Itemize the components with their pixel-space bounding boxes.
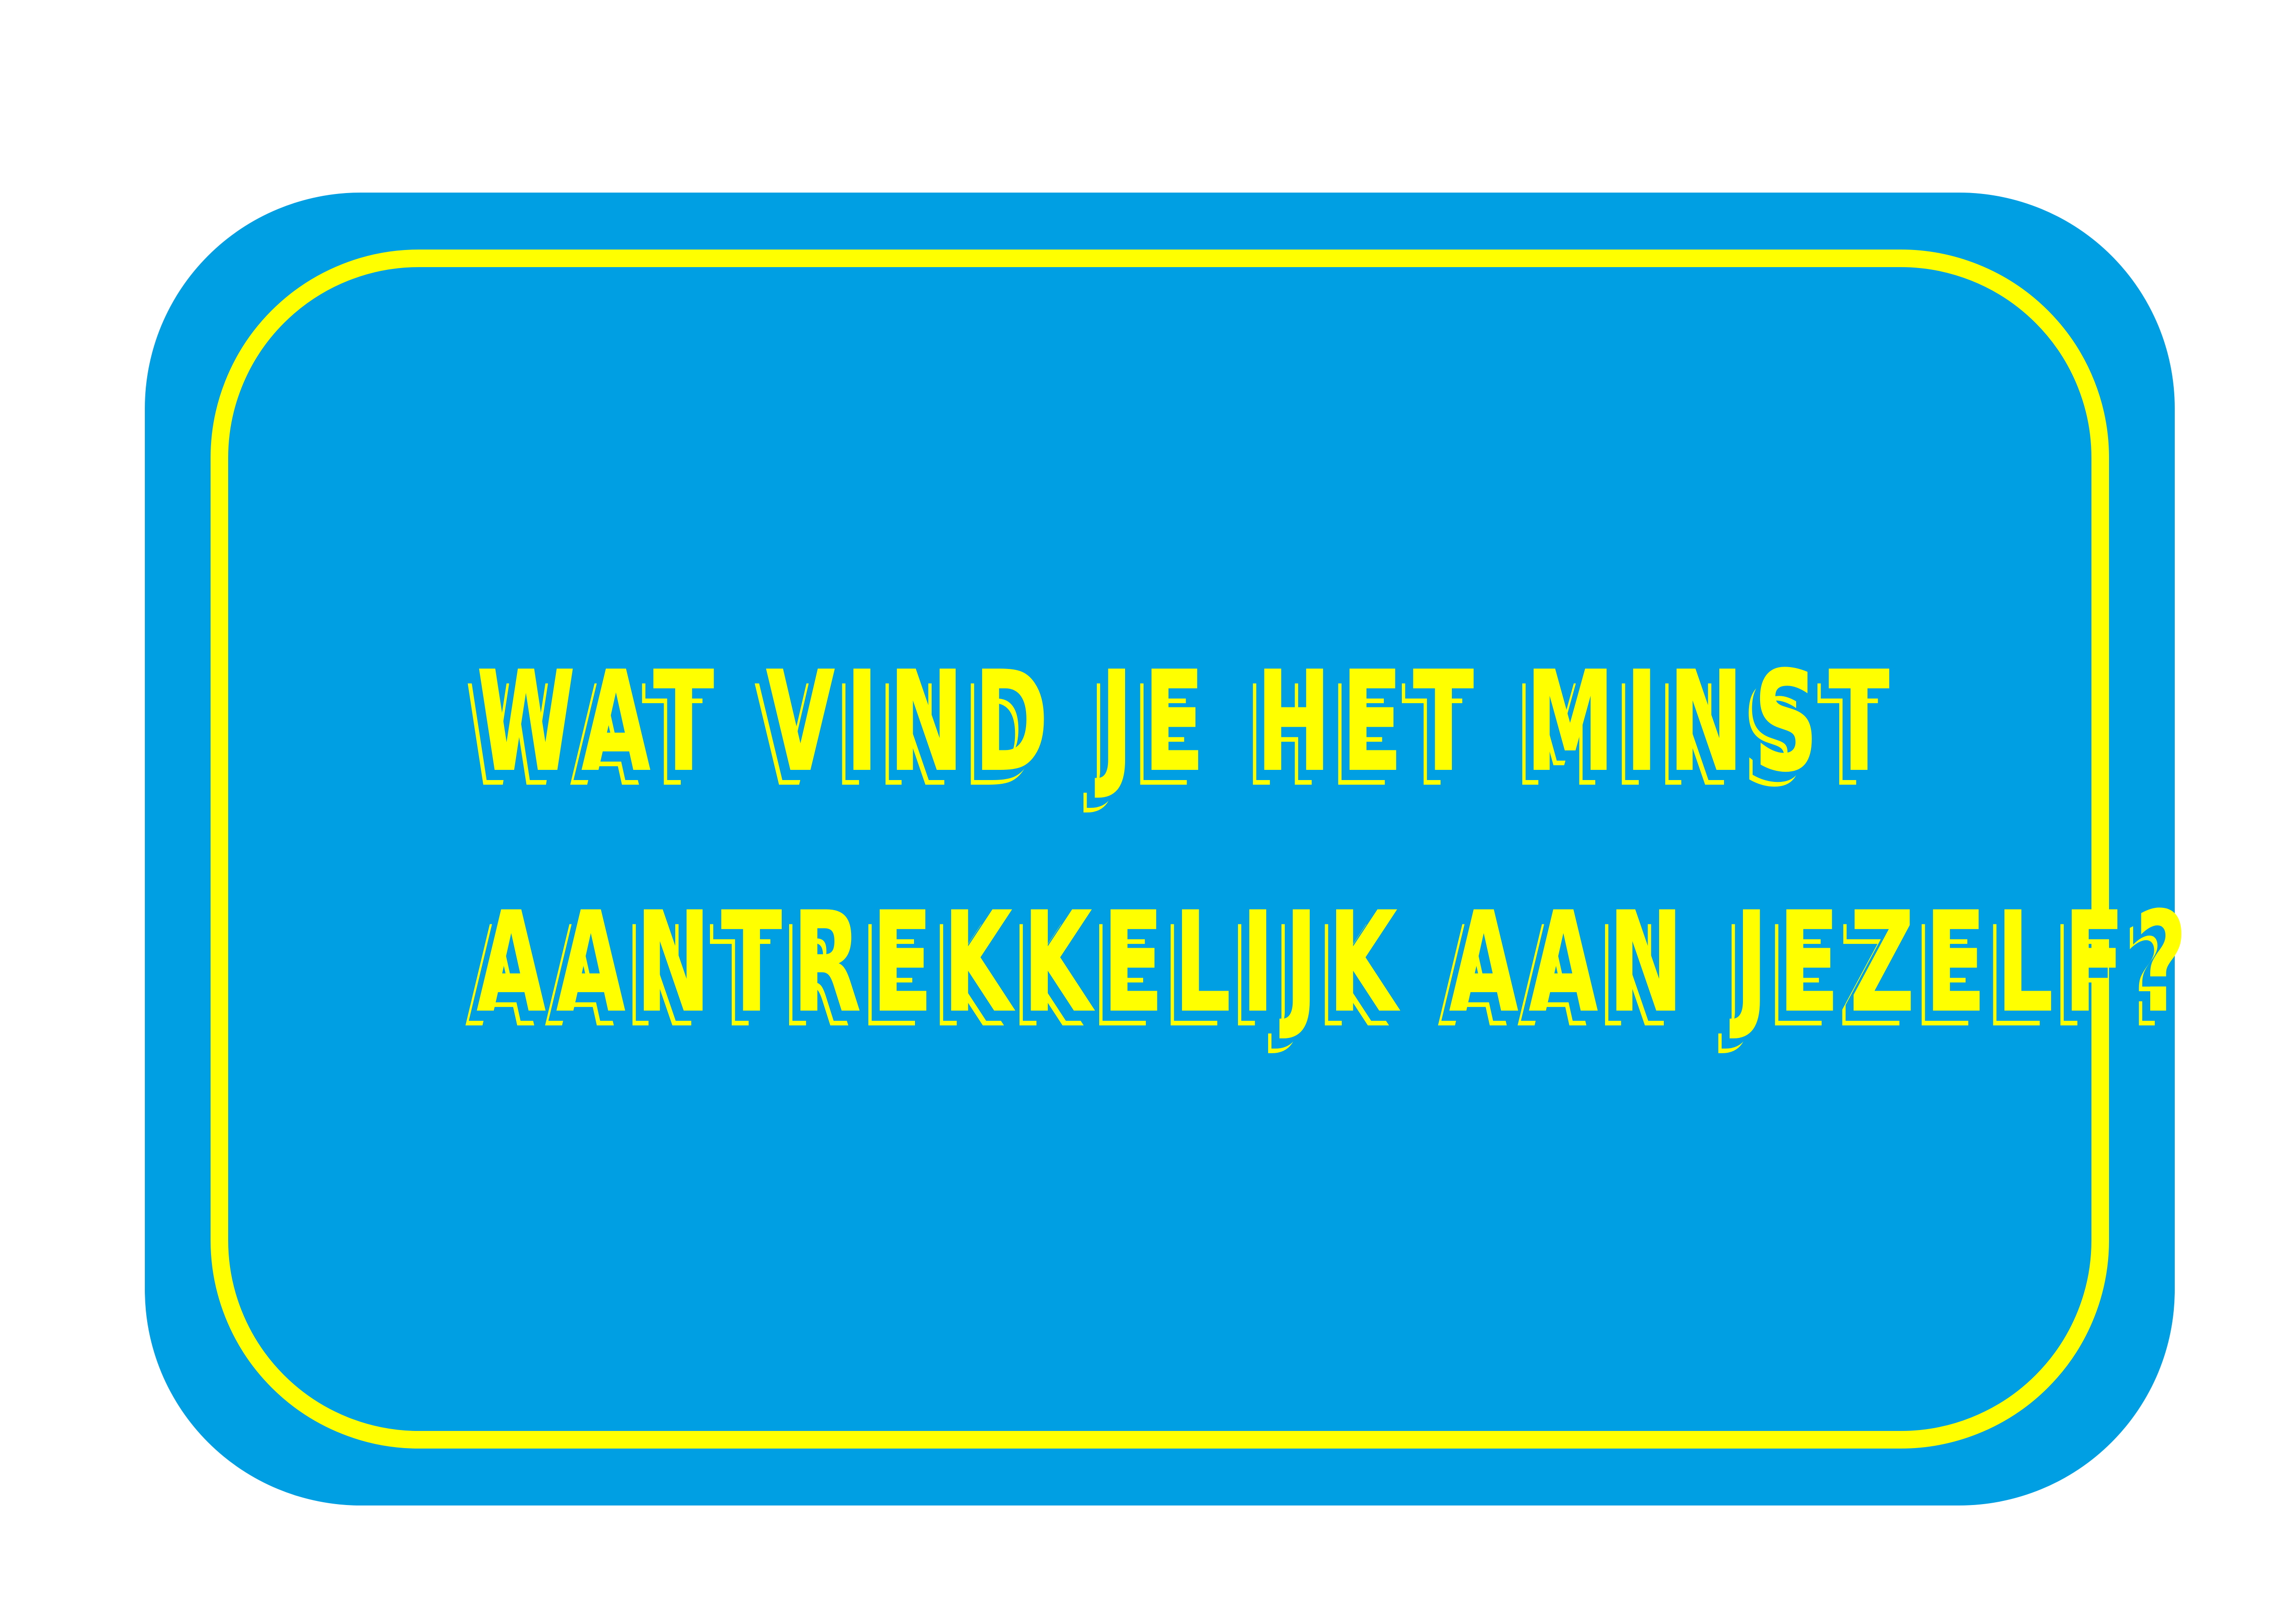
question-text: WAT VIND JE HET MINST AANTREKKELIJK AAN … [476, 602, 2197, 1083]
question-line-2: AANTREKKELIJK AAN JEZELF? [476, 882, 2197, 1043]
question-line-1: WAT VIND JE HET MINST [476, 641, 1900, 803]
